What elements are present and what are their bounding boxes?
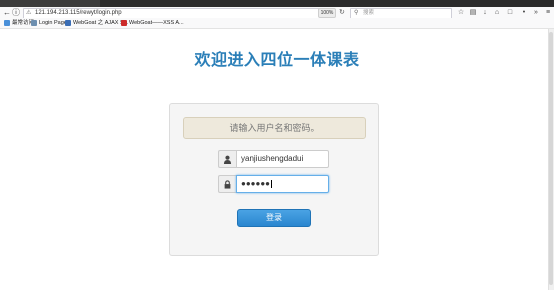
login-button[interactable]: 登录: [237, 209, 311, 227]
password-group: ●●●●●●: [218, 175, 329, 193]
bookmark-webgoat-xss[interactable]: WebGoat——XSS A...: [121, 18, 184, 28]
page-title: 欢迎进入四位一体课表: [194, 50, 360, 69]
bookmark-login-page[interactable]: Login Page: [31, 18, 67, 28]
webgoat-icon: [65, 20, 71, 26]
tab-strip: [0, 0, 554, 7]
search-input[interactable]: 搜索: [363, 9, 374, 18]
password-mask: ●●●●●●: [241, 179, 270, 188]
bookmark-star-icon[interactable]: ☆: [456, 7, 466, 18]
webgoat-red-icon: [121, 20, 127, 26]
lock-icon: [218, 175, 236, 193]
bookmark-most-visited[interactable]: 最常访问: [4, 18, 34, 28]
download-icon[interactable]: ↓: [480, 7, 490, 18]
password-input[interactable]: ●●●●●●: [236, 175, 329, 193]
username-group: yanjiushengdadui: [218, 150, 329, 168]
search-icon: ⚲: [354, 10, 359, 16]
text-caret: [271, 179, 272, 188]
bookmark-webgoat-ajax[interactable]: WebGoat 之 AJAX S...: [65, 18, 128, 28]
bookmark-folder-icon: [4, 20, 10, 26]
page-icon: [31, 20, 37, 26]
zoom-indicator[interactable]: 100%: [318, 8, 336, 18]
connection-icon: ⚠: [26, 10, 32, 16]
reload-icon[interactable]: ↻: [339, 7, 345, 18]
bookmarks-toolbar: 最常访问 Login Page WebGoat 之 AJAX S... WebG…: [0, 18, 554, 29]
user-icon: [218, 150, 236, 168]
url-text[interactable]: 121.194.213.115/rewyt/login.php: [35, 9, 122, 18]
login-prompt: 请输入用户名和密码。: [183, 117, 366, 139]
home-icon[interactable]: ⌂: [492, 7, 502, 18]
reading-list-icon[interactable]: ▤: [468, 7, 478, 18]
scrollbar-thumb[interactable]: [549, 32, 553, 285]
username-input[interactable]: yanjiushengdadui: [236, 150, 329, 168]
menu-icon[interactable]: ≡: [543, 7, 553, 18]
extension-icon[interactable]: •: [519, 7, 529, 18]
active-tab[interactable]: [0, 0, 100, 7]
overflow-icon[interactable]: »: [531, 7, 541, 18]
pocket-icon[interactable]: □: [505, 7, 515, 18]
site-info-icon[interactable]: ⓘ: [11, 7, 21, 18]
